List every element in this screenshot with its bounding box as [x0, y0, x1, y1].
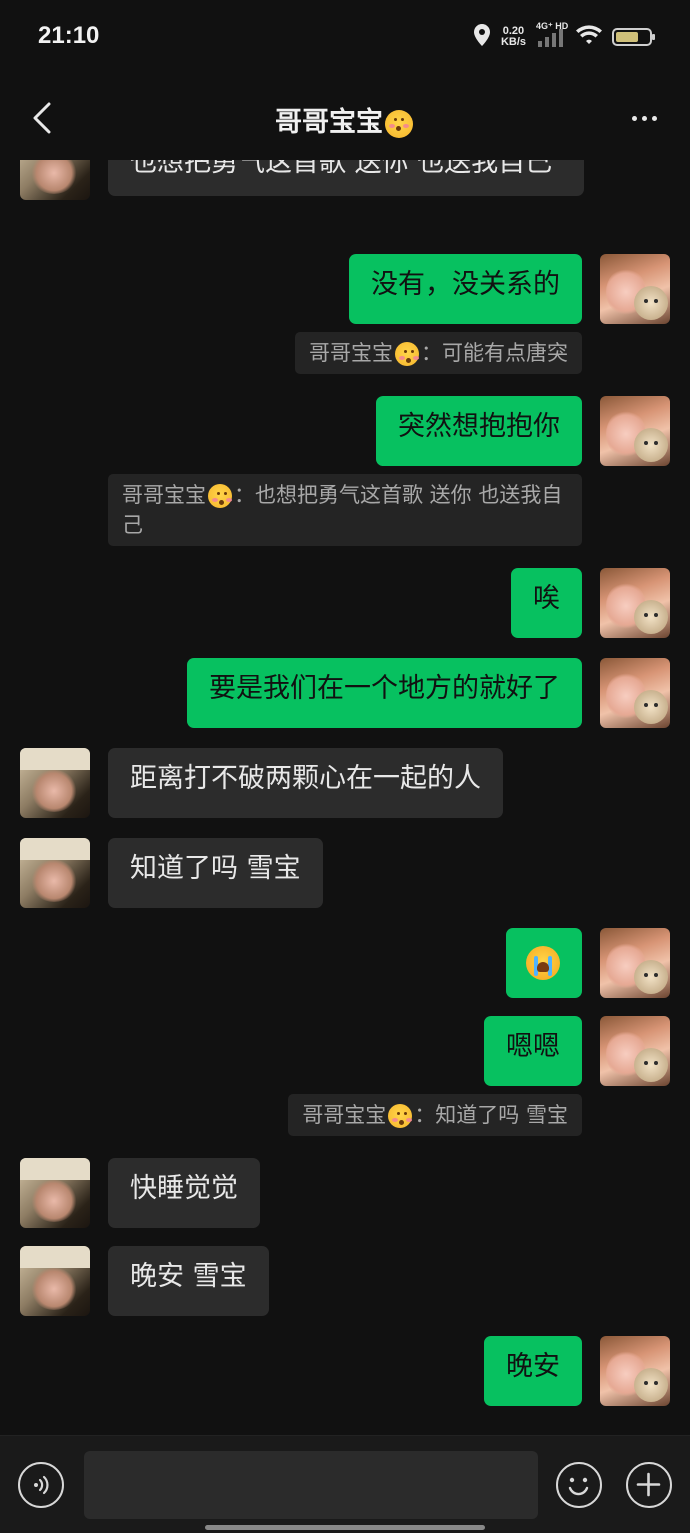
smiling-face-with-hearts-icon: [208, 484, 232, 508]
message-bubble[interactable]: 没有，没关系的: [349, 254, 582, 324]
home-indicator[interactable]: [205, 1525, 485, 1530]
battery-level: [616, 32, 639, 42]
quote-sender: 哥哥宝宝: [302, 1103, 387, 1127]
smiling-face-with-hearts-icon: [395, 342, 419, 366]
message-bubble[interactable]: [506, 928, 582, 998]
network-type: 4G⁺ HD: [536, 21, 569, 31]
my-avatar[interactable]: [600, 928, 670, 998]
quoted-message[interactable]: 哥哥宝宝 ：也想把勇气这首歌 送你 也送我自己: [108, 474, 582, 546]
emoji-button[interactable]: [556, 1462, 602, 1508]
status-bar: 21:10 0.20 KB/s 4G⁺ HD: [0, 0, 690, 72]
wifi-icon: [576, 24, 602, 50]
network-speed-unit: KB/s: [500, 36, 526, 48]
message-bubble[interactable]: 唉: [511, 568, 582, 638]
emoji-icon: [568, 1477, 589, 1496]
message-bubble[interactable]: 也想把勇气这首歌 送你 也送我自己: [108, 160, 584, 196]
contact-avatar[interactable]: [20, 838, 90, 908]
message-bubble[interactable]: 知道了吗 雪宝: [108, 838, 323, 908]
contact-avatar[interactable]: [20, 1246, 90, 1316]
message-bubble[interactable]: 嗯嗯: [484, 1016, 582, 1086]
smiling-face-with-hearts-icon: [388, 1104, 413, 1128]
my-avatar[interactable]: [600, 568, 670, 638]
loudly-crying-face-icon: [526, 945, 560, 980]
quoted-message[interactable]: 哥哥宝宝 ：可能有点唐突: [295, 332, 582, 374]
message-bubble[interactable]: 距离打不破两颗心在一起的人: [108, 748, 503, 818]
message-list[interactable]: 也想把勇气这首歌 送你 也送我自己 没有，没关系的 哥哥宝宝 ：可能有点唐突 突然…: [0, 160, 690, 1435]
chat-title: 哥哥宝宝: [0, 100, 690, 139]
my-avatar[interactable]: [600, 1336, 670, 1406]
contact-avatar[interactable]: [20, 1158, 90, 1228]
message-bubble[interactable]: 晚安 雪宝: [108, 1246, 269, 1316]
smiling-face-with-hearts-icon: [385, 109, 413, 138]
more-button[interactable]: [622, 98, 666, 138]
battery-icon: [612, 28, 655, 46]
voice-icon: [34, 1475, 49, 1495]
message-bubble[interactable]: 要是我们在一个地方的就好了: [187, 658, 582, 728]
chat-header: 哥哥宝宝: [0, 80, 690, 160]
quoted-message[interactable]: 哥哥宝宝 ：知道了吗 雪宝: [288, 1094, 582, 1136]
chat-title-text: 哥哥宝宝: [275, 107, 383, 138]
message-bubble[interactable]: 快睡觉觉: [108, 1158, 260, 1228]
chat-screen: 21:10 0.20 KB/s 4G⁺ HD 哥哥宝宝 也想把勇气这首歌 送你 …: [0, 0, 690, 1533]
message-bubble[interactable]: 晚安: [484, 1336, 582, 1406]
more-dots-icon: [631, 115, 637, 121]
status-icons: 0.20 KB/s 4G⁺ HD: [473, 21, 655, 52]
quote-sender: 哥哥宝宝: [309, 341, 393, 365]
more-functions-button[interactable]: [626, 1462, 672, 1508]
my-avatar[interactable]: [600, 1016, 670, 1086]
quote-sender: 哥哥宝宝: [122, 483, 206, 507]
quote-text: ：知道了吗 雪宝: [414, 1103, 568, 1127]
contact-avatar[interactable]: [20, 748, 90, 818]
my-avatar[interactable]: [600, 396, 670, 466]
quote-text: ：可能有点唐突: [421, 341, 568, 365]
location-icon: [473, 23, 491, 51]
signal-icon: 4G⁺ HD: [536, 21, 568, 49]
message-input[interactable]: [84, 1451, 538, 1519]
my-avatar[interactable]: [600, 254, 670, 324]
message-bubble[interactable]: 突然想抱抱你: [376, 396, 582, 466]
plus-icon: [636, 1472, 661, 1497]
input-bar: [0, 1435, 690, 1533]
contact-avatar[interactable]: [20, 160, 90, 200]
status-time: 21:10: [38, 22, 100, 49]
network-speed: 0.20 KB/s: [501, 26, 526, 48]
voice-button[interactable]: [18, 1462, 64, 1508]
my-avatar[interactable]: [600, 658, 670, 728]
